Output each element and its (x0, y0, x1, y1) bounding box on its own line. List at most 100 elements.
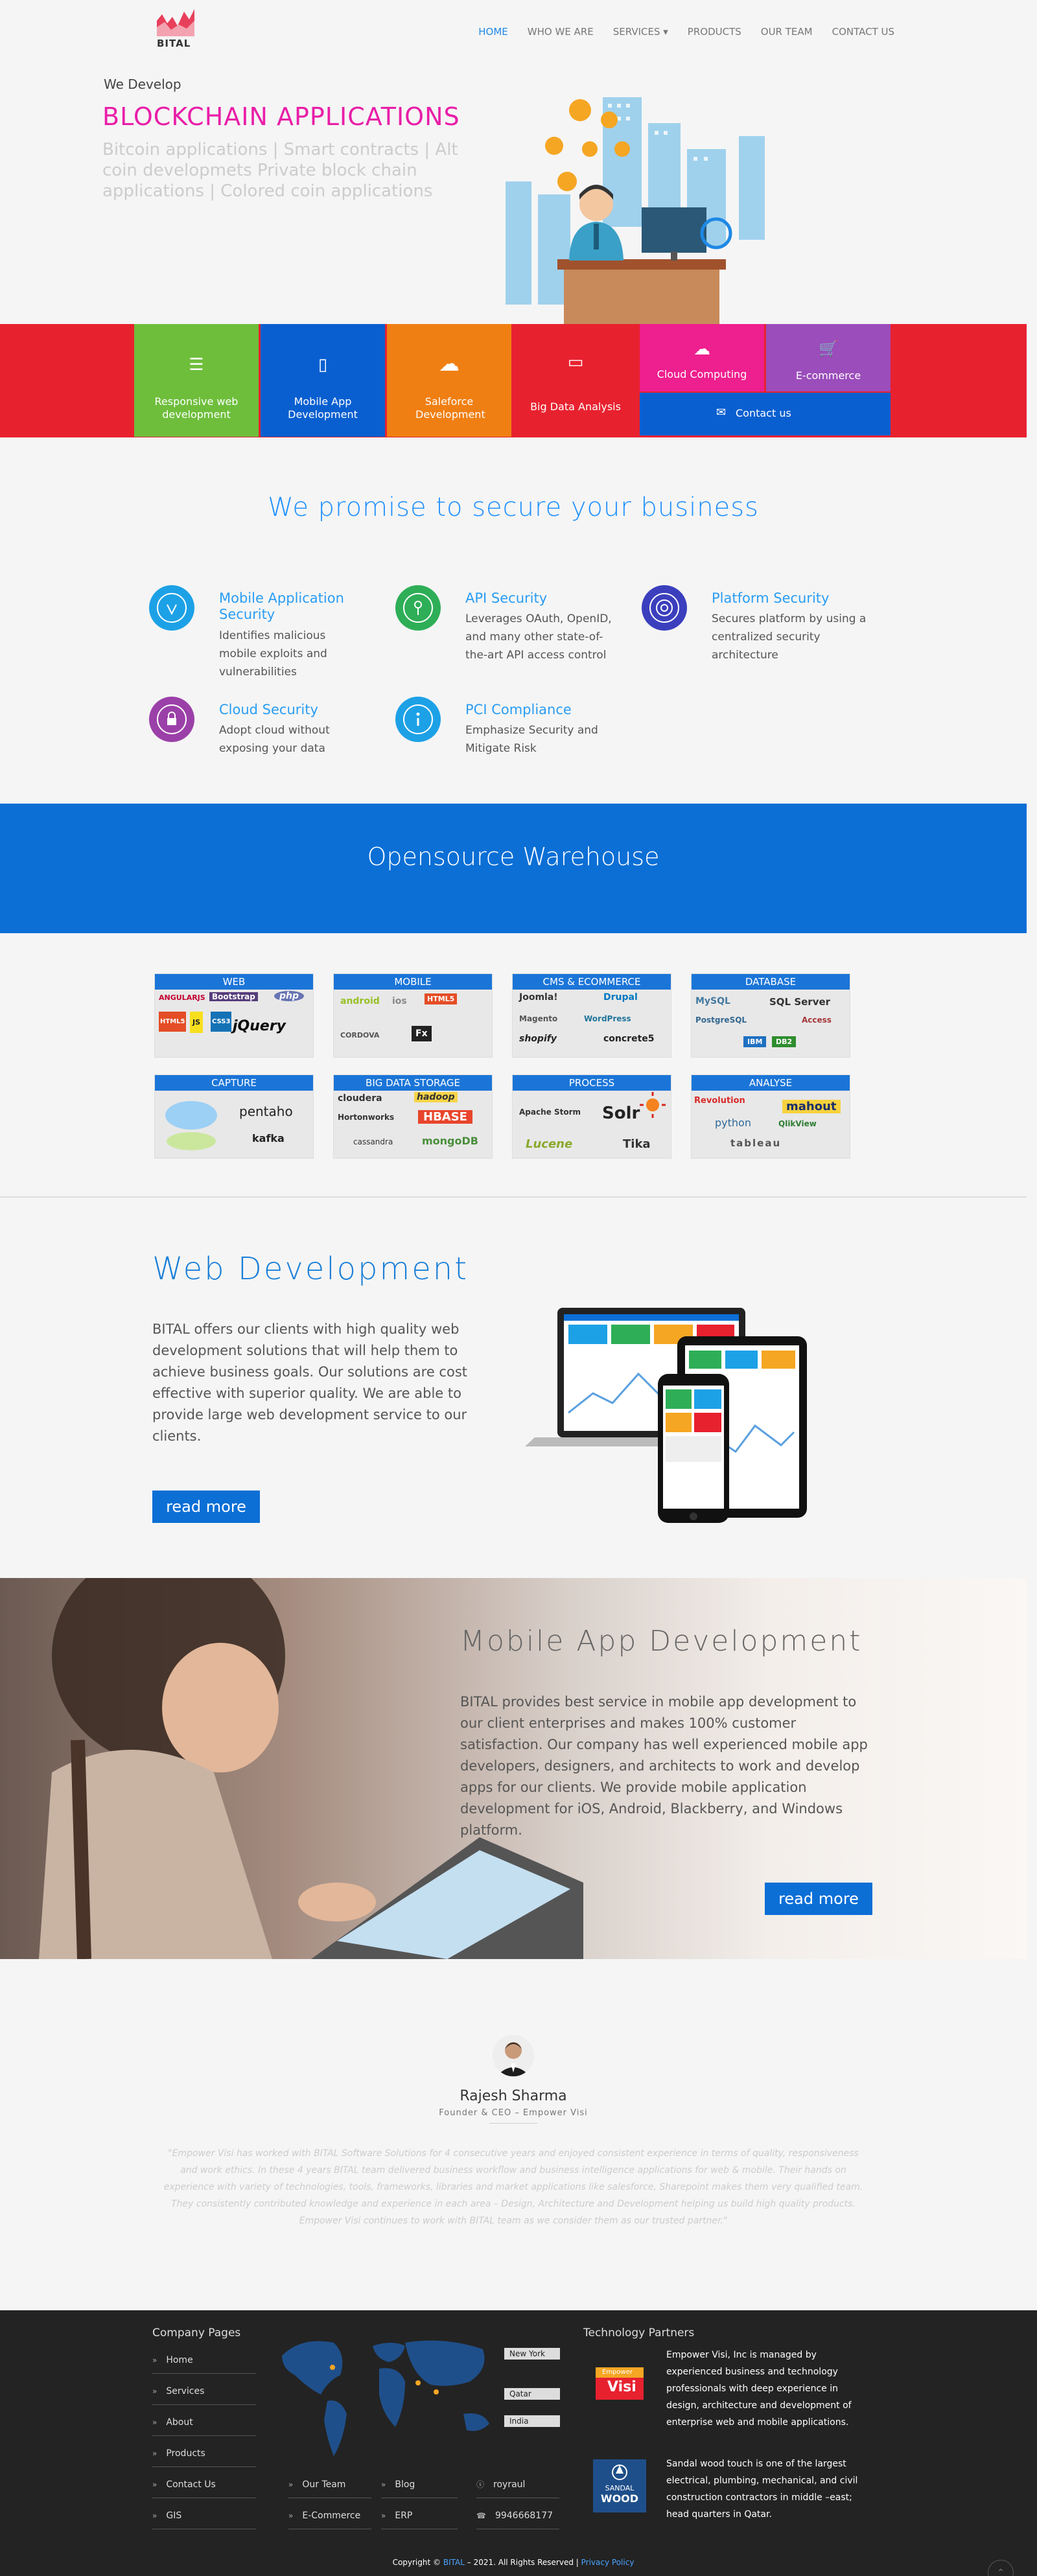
tech-logo: Access (802, 1015, 832, 1025)
tech-logo: HBASE (418, 1110, 472, 1124)
feature-desc: Adopt cloud without exposing your data (219, 724, 330, 755)
chat-icon: ▭ (567, 353, 584, 372)
feature-pci-compliance: PCI Compliance Emphasize Security and Mi… (395, 697, 629, 774)
tech-logo: Hortonworks (338, 1113, 395, 1122)
empower-visi-logo[interactable]: Empower Visi (593, 2357, 646, 2410)
footer: Company Pages » Home » Services » About » Pr… (0, 2310, 1037, 2576)
hero-pretitle: We Develop (104, 76, 181, 92)
feature-title: API Security (465, 590, 548, 606)
developer-illustration (506, 97, 765, 324)
feature-api-security: API Security Leverages OAuth, OpenID, an… (395, 585, 629, 663)
service-cloud-computing[interactable]: ☁ Cloud Computing (640, 324, 764, 391)
chevron-up-icon: ⌃ (997, 2568, 1005, 2576)
mobile-app-read-more-button[interactable]: read more (765, 1883, 872, 1915)
feature-desc: Leverages OAuth, OpenID, and many other … (465, 612, 612, 662)
testimonial-role: Founder & CEO – Empower Visi (439, 2108, 588, 2118)
footer-link-gis[interactable]: » GIS (152, 2502, 256, 2529)
tech-group-process: PROCESS Apache Storm Solr Lucene Tika (512, 1074, 671, 1159)
mobile-app-title: Mobile App Development (460, 1625, 863, 1658)
tech-group-mobile: MOBILE android ios HTML5 CORDOVA Fx (333, 973, 493, 1058)
tech-logo: php (274, 991, 305, 1001)
web-dev-read-more-button[interactable]: read more (152, 1491, 260, 1523)
footer-link-our-team[interactable]: » Our Team (288, 2471, 371, 2498)
footer-link-services[interactable]: » Services (152, 2378, 256, 2405)
copyright: Copyright © BITAL – 2021. All Rights Res… (392, 2558, 635, 2567)
mobile-app-text: BITAL provides best service in mobile ap… (460, 1694, 868, 1838)
envelope-icon: ✉ (716, 406, 727, 419)
tech-logo: Joomla! (519, 992, 558, 1003)
tech-logo: tableau (730, 1137, 782, 1149)
devices-mockup-image (525, 1308, 807, 1523)
footer-phone[interactable]: ☎ 9946668177 (476, 2502, 559, 2529)
map-tag-india: India (504, 2415, 560, 2427)
server-icon: ☰ (189, 355, 204, 375)
service-label: Responsive web development (154, 395, 239, 421)
nav-links: HOME WHO WE ARE SERVICES ▾ PRODUCTS OUR … (478, 26, 894, 38)
sandal-wood-logo[interactable]: SANDAL WOOD (593, 2459, 646, 2512)
feature-mobile-security: Mobile Application Security Identifies m… (149, 585, 382, 679)
web-dev-text: BITAL offers our clients with high quali… (152, 1321, 468, 1444)
nav-products[interactable]: PRODUCTS (688, 26, 741, 38)
contact-us-label: Contact us (736, 407, 791, 419)
mobile-shield-icon (149, 585, 194, 631)
company-pages-title: Company Pages (152, 2327, 241, 2339)
service-label: Saleforce Development (415, 395, 485, 421)
footer-link-ecommerce[interactable]: » E-Commerce (288, 2502, 371, 2529)
nav-who-we-are[interactable]: WHO WE ARE (528, 26, 594, 38)
chevron-icon: » (381, 2480, 386, 2489)
nav-home[interactable]: HOME (478, 26, 508, 38)
copyright-brand-link[interactable]: BITAL (443, 2558, 465, 2567)
testimonial-quote: "Empower Visi has worked with BITAL Soft… (163, 2148, 863, 2226)
opensource-warehouse-banner: Opensource Warehouse (0, 804, 1027, 933)
cloud-upload-icon: ☁ (439, 351, 460, 376)
contact-us-tile[interactable]: ✉ Contact us (640, 393, 891, 435)
tech-logo: cassandra (353, 1137, 393, 1146)
privacy-policy-link[interactable]: Privacy Policy (581, 2558, 635, 2567)
bital-logo[interactable]: BITAL (156, 8, 196, 49)
tech-logo: MySQL (695, 996, 730, 1006)
tech-group-title: ANALYSE (692, 1075, 850, 1091)
service-label: Big Data Analysis (530, 400, 621, 413)
tech-logo: shopify (519, 1034, 557, 1044)
feature-desc: Identifies malicious mobile exploits and… (219, 629, 327, 679)
footer-link-erp[interactable]: » ERP (381, 2502, 458, 2529)
service-big-data[interactable]: ▭ Big Data Analysis (513, 324, 638, 437)
tech-group-title: BIG DATA STORAGE (334, 1075, 492, 1091)
cloud-lock-icon (149, 697, 194, 742)
logo-chart-icon (156, 8, 196, 38)
footer-link-home[interactable]: » Home (152, 2347, 256, 2374)
footer-link-contact-us[interactable]: » Contact Us (152, 2471, 256, 2498)
footer-link-about[interactable]: » About (152, 2409, 256, 2436)
skype-icon: ⓢ (476, 2480, 485, 2489)
tech-logo: android (340, 996, 380, 1006)
sun-icon (640, 1092, 666, 1118)
feature-cloud-security: Cloud Security Adopt cloud without expos… (149, 697, 382, 774)
api-key-icon (395, 585, 441, 631)
nav-services[interactable]: SERVICES ▾ (613, 26, 668, 38)
nav-our-team[interactable]: OUR TEAM (761, 26, 813, 38)
fingerprint-icon (642, 585, 687, 631)
nav-contact-us[interactable]: CONTACT US (832, 26, 894, 38)
capture-logo-icon (165, 1101, 217, 1150)
service-ecommerce[interactable]: 🛒 E-commerce (766, 324, 891, 391)
service-label: E-commerce (795, 369, 861, 382)
tech-logo: mahout (782, 1100, 841, 1113)
tech-group-analyse: ANALYSE Revolution mahout python QlikVie… (691, 1074, 850, 1159)
tech-logo: DB2 (772, 1036, 797, 1047)
service-mobile-app[interactable]: ▯ Mobile App Development (261, 324, 385, 437)
chevron-icon: » (288, 2480, 294, 2489)
logo-text: BITAL (157, 38, 191, 49)
tech-logo: WordPress (584, 1014, 631, 1023)
footer-link-blog[interactable]: » Blog (381, 2471, 458, 2498)
tech-logo: Lucene (526, 1137, 573, 1151)
top-nav: BITAL HOME WHO WE ARE SERVICES ▾ PRODUCT… (0, 0, 1037, 68)
footer-link-products[interactable]: » Products (152, 2440, 256, 2467)
section-divider (0, 1196, 1027, 1198)
footer-skype[interactable]: ⓢ royraul (476, 2471, 559, 2498)
chevron-icon: » (152, 2449, 157, 2458)
tech-logo: JS (190, 1012, 204, 1033)
service-salesforce[interactable]: ☁ Saleforce Development (387, 324, 511, 437)
world-map-image (282, 2340, 489, 2456)
service-responsive-web[interactable]: ☰ Responsive web development (134, 324, 259, 437)
tech-logo: Drupal (603, 992, 638, 1003)
